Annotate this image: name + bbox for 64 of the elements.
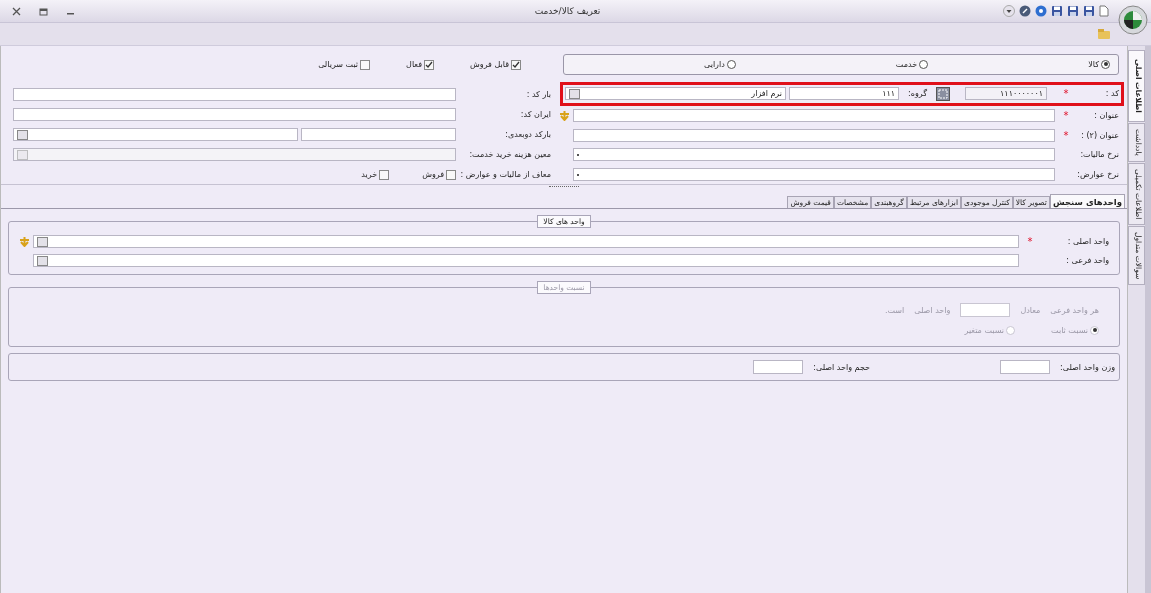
select-field[interactable] [573,148,1055,162]
ratio-text: است. [884,305,905,315]
field-label: نرخ عوارض: [1077,170,1119,180]
input-field[interactable] [13,108,456,121]
field-label: واحد فرعی : [1065,256,1109,265]
field-label: گروه: [908,89,927,99]
input-field[interactable] [573,128,1055,142]
folder-icon[interactable] [1097,28,1111,40]
input-field[interactable] [1000,360,1051,374]
checkbox[interactable]: خرید [361,169,390,180]
tab[interactable]: واحدهای سنجش [1049,194,1125,208]
floppy-icon[interactable] [1083,5,1095,17]
field-label: نرخ مالیات: [1079,150,1119,160]
checkbox[interactable]: فروش [422,169,456,180]
document-icon[interactable] [1099,5,1109,17]
info-icon[interactable] [1019,5,1031,17]
selection-icon[interactable] [936,86,950,101]
input-field[interactable] [13,88,456,101]
hint-icon[interactable] [19,236,30,247]
ratio-text: واحد اصلی [914,305,951,315]
select-field[interactable] [573,168,1055,182]
input-field[interactable] [753,360,804,374]
item-type-radio[interactable]: خدمت [895,59,929,69]
checkmark-icon [425,60,434,69]
splitter-handle[interactable] [549,186,579,189]
select-field[interactable] [33,235,1019,248]
field-label: واحد اصلی : [1066,237,1109,246]
select-field[interactable] [33,254,1019,267]
field-label: عنوان : [1093,111,1119,121]
close-icon[interactable] [12,6,21,16]
item-type-radio[interactable]: کالا [1088,59,1110,69]
dropdown-caret-icon[interactable] [1003,5,1015,17]
hint-icon[interactable] [559,110,570,122]
help-icon[interactable] [1035,5,1047,17]
field-label: بارکد دوبعدی: [504,130,551,139]
floppy-icon[interactable] [1067,5,1079,17]
field-label: معاف از مالیات و عوارض : [459,170,551,179]
flag-checkbox[interactable]: ثبت سریالی [318,59,371,70]
required-mark: * [1062,129,1070,141]
group-select[interactable]: نرم افزار [565,87,786,101]
field-label: بار کد : [525,90,551,99]
select-field[interactable] [13,128,298,141]
window-title: تعریف کالا/خدمت [533,6,602,16]
required-mark: * [1026,236,1034,247]
flag-checkbox[interactable]: فعال [406,59,435,70]
restore-icon[interactable] [39,6,48,16]
flag-checkbox[interactable]: قابل فروش [470,59,521,70]
group-code-field[interactable]: ۱۱۱ [789,87,899,101]
field-label: عنوان (۲) : [1080,130,1119,140]
ratio-text: هر واحد فرعی [1050,305,1099,315]
floppy-icon[interactable] [1051,5,1063,17]
checkmark-icon [512,60,520,69]
field-label: معین هزینه خرید خدمت: [468,150,551,159]
field-label: وزن واحد اصلی: [1060,362,1115,372]
field-label: حجم واحد اصلی: [813,362,871,372]
ratio-text: معادل [1020,305,1041,315]
input-field[interactable] [301,128,456,141]
required-mark: * [1062,110,1070,122]
code-field[interactable]: ۱۱۱۰۰۰۰۰۰۱ [965,87,1047,101]
field-label: کد : [1104,89,1119,99]
input-field[interactable] [573,109,1055,123]
required-mark: * [1062,88,1070,100]
field-label: ایران کد: [519,110,551,119]
item-type-radio[interactable]: دارایی [704,59,736,69]
